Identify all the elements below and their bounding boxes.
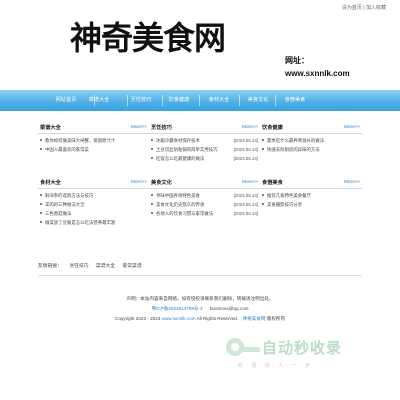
diet-health-title: 饮食健康 (262, 125, 283, 131)
list-item[interactable]: 美食文化历史悠久的传承 [2023.05.14] (149, 200, 260, 209)
cooking-skills-box: 烹饪技巧 More>> 冰箱冷藏食材保存技术 [2023.05.14] 土豆切丝防… (149, 124, 260, 172)
site-logo[interactable]: 神奇美食网 (70, 22, 226, 54)
add-favorite-link[interactable]: 加入收藏 (366, 5, 386, 11)
main-nav: 网站首页 菜谱大全 烹饪技巧 饮食健康 食材大全 美食文化 食宿美食 (0, 90, 400, 111)
nav-food-culture[interactable]: 美食文化 (238, 90, 278, 111)
set-homepage-link[interactable]: 设为首页 (342, 5, 362, 11)
list-item[interactable]: 冰箱冷藏食材保存技术 [2023.05.14] (149, 136, 260, 145)
copyright-prefix: Copyright 2023 - 2023 (114, 316, 162, 321)
nav-cooking-skills[interactable]: 烹饪技巧 (121, 90, 161, 111)
list-item[interactable]: 寻味中国各地特色美食 [2023.05.14] (149, 191, 260, 200)
friend-link[interactable]: 烹饪技巧 (69, 264, 88, 269)
box-title-rule (260, 133, 362, 134)
site-url-label: 网址： (285, 56, 309, 65)
top-links: 设为首页 | 加入收藏 (342, 4, 386, 11)
list-item[interactable]: 推荐几家特色美食餐厅 (260, 191, 362, 200)
list-item[interactable]: 鲜海参的选购方法与技巧 (38, 191, 149, 200)
nav-food-lodging[interactable]: 食宿美食 (275, 90, 315, 111)
box-title-rule (38, 133, 149, 134)
food-culture-title: 美食文化 (151, 180, 172, 186)
recipes-more-link[interactable]: More>> (131, 124, 147, 129)
ingredients-title: 食材大全 (40, 180, 61, 186)
watermark-logo-bar (240, 347, 260, 352)
item-date: [2023.05.14] (233, 202, 258, 207)
diet-health-more-link[interactable]: More>> (344, 124, 360, 129)
food-culture-box: 美食文化 More>> 寻味中国各地特色美食 [2023.05.14] 美食文化历… (149, 179, 260, 227)
footer-site-link[interactable]: www.sxnnlk.com (162, 316, 196, 321)
footer-icp-line: 粤ICP备2023014759号-3 boomnox@qq.com (0, 306, 400, 312)
divider (38, 275, 362, 276)
item-date: [2023.05.14] (233, 147, 258, 152)
nav-recipes[interactable]: 菜谱大全 (79, 90, 119, 111)
box-title-rule (149, 133, 260, 134)
ingredients-more-link[interactable]: More>> (131, 179, 147, 184)
site-url-value: www.sxnnlk.com (285, 69, 350, 78)
cooking-skills-more-link[interactable]: More>> (242, 124, 258, 129)
copyright-rights: All Rights Reserved. (195, 316, 239, 321)
watermark-text: 自动秒收录 (262, 340, 343, 357)
copyright-tail: 版权所有 (265, 316, 286, 321)
list-item[interactable]: 土豆切丝防粘锅的简单实用技巧 [2023.05.14] (149, 145, 260, 154)
list-item[interactable]: 中国人最喜欢的家常菜 (38, 145, 149, 154)
list-item[interactable]: 教你如何做美味大闸蟹，保留原汁汁 (38, 136, 149, 145)
icp-link[interactable]: 粤ICP备2023014759号-3 (152, 306, 203, 311)
list-item[interactable]: 吃饭怎么吃最健康的做法 [2023.05.14] (149, 154, 260, 163)
list-item[interactable]: 三色香菇做法 (38, 209, 149, 218)
watermark-subtext: 收 · 录 · 快 · 人 · 一 · 步 (238, 363, 312, 369)
nav-diet-health[interactable]: 饮食健康 (159, 90, 199, 111)
top-links-separator: | (363, 5, 365, 11)
list-item[interactable]: 各地人的饮食习惯与家常做法 [2023.05.14] (149, 209, 260, 218)
footer-disclaimer: 声明：本站内容来自网络，如有侵权请联系我们删除，转载请注明出处。 (126, 296, 274, 301)
ingredients-box: 食材大全 More>> 鲜海参的选购方法与技巧 羊肉的三种做法大全 三色香菇做法… (38, 179, 149, 239)
list-item[interactable]: 夏季吃什么最养胃滋补的做法 (260, 136, 362, 145)
friend-link[interactable]: 菜谱大全 (96, 264, 115, 269)
box-title-rule (38, 188, 149, 189)
friend-link[interactable]: 家常菜谱 (122, 264, 141, 269)
footer-copyright: Copyright 2023 - 2023 www.sxnnlk.com All… (0, 316, 400, 322)
item-date: [2023.05.14] (233, 193, 258, 198)
recipes-title: 菜谱大全 (40, 125, 61, 131)
watermark-logo-inner (231, 343, 239, 351)
cooking-skills-title: 烹饪技巧 (151, 125, 172, 131)
item-date: [2023.05.14] (233, 138, 258, 143)
food-lodging-box: 食宿美食 More>> 推荐几家特色美食餐厅 美食摄影技巧分享 (260, 179, 362, 227)
nav-ingredients[interactable]: 食材大全 (199, 90, 239, 111)
item-date: [2023.05.14] (233, 211, 258, 216)
contact-email: boomnox@qq.com (209, 306, 249, 311)
diet-health-box: 饮食健康 More>> 夏季吃什么最养胃滋补的做法 快速去除厨房的异味的方法 (260, 124, 362, 172)
site-url-box: 网址： www.sxnnlk.com (285, 54, 350, 80)
food-lodging-title: 食宿美食 (262, 180, 283, 186)
list-item[interactable]: 快速去除厨房的异味的方法 (260, 145, 362, 154)
food-lodging-more-link[interactable]: More>> (344, 179, 360, 184)
item-date: [2023.05.14] (233, 156, 258, 161)
recipes-box: 菜谱大全 More>> 教你如何做美味大闸蟹，保留原汁汁 中国人最喜欢的家常菜 (38, 124, 149, 172)
friend-links-label: 友情链接： (38, 264, 62, 269)
friend-links-row: 友情链接： 烹饪技巧 菜谱大全 家常菜谱 (38, 262, 148, 269)
list-item[interactable]: 羊肉的三种做法大全 (38, 200, 149, 209)
box-title-rule (149, 188, 260, 189)
list-item[interactable]: 美食摄影技巧分享 (260, 200, 362, 209)
list-item[interactable]: 做菜放了豆腐是怎么吃法营养最丰富 (38, 218, 149, 227)
food-culture-more-link[interactable]: More>> (242, 179, 258, 184)
footer-brand-link[interactable]: 神奇美食网 (242, 316, 265, 321)
box-title-rule (260, 188, 362, 189)
